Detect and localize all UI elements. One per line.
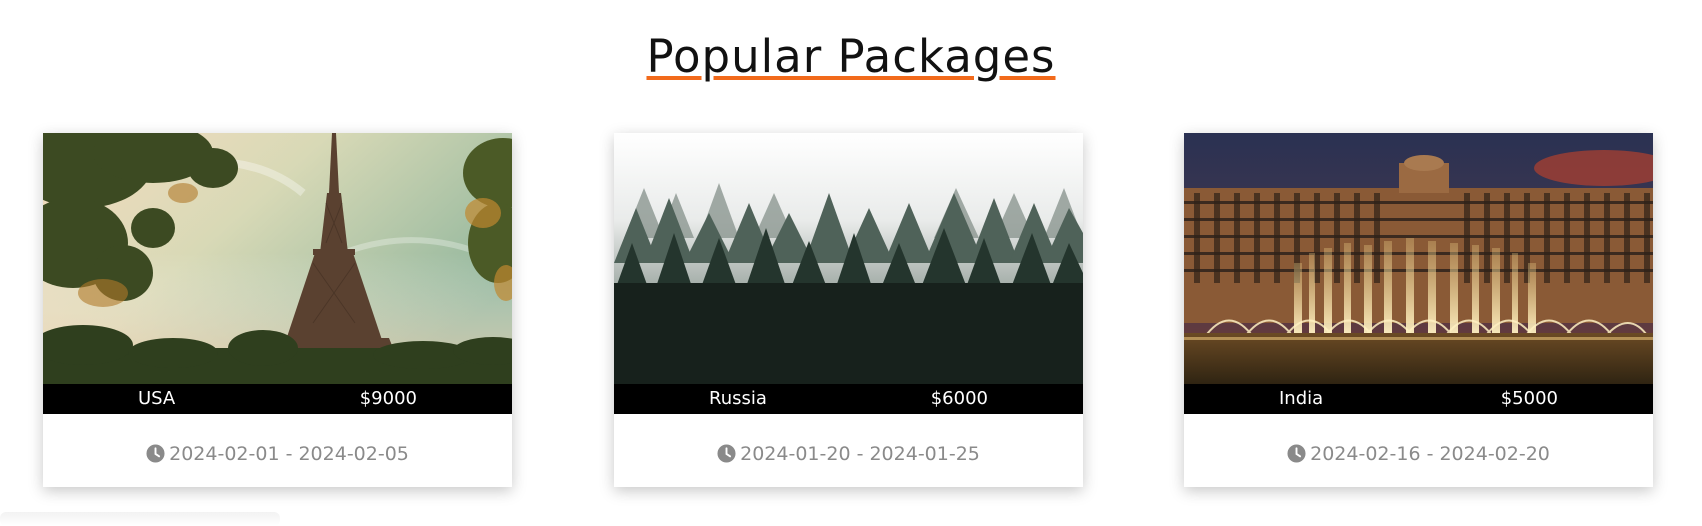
package-card-india[interactable]: India $5000 2024-02-16 - 2024-02-20	[1184, 133, 1653, 487]
package-card-russia[interactable]: Russia $6000 2024-01-20 - 2024-01-25	[614, 133, 1083, 487]
misty-forest-photo	[614, 133, 1083, 384]
package-caption-bar: USA $9000	[43, 384, 512, 414]
package-dates: 2024-02-16 - 2024-02-20	[1184, 441, 1653, 467]
package-price: $5000	[1500, 388, 1558, 409]
package-price: $6000	[930, 388, 988, 409]
package-date-range: 2024-02-16 - 2024-02-20	[1310, 443, 1550, 465]
eiffel-tower-photo	[43, 133, 512, 384]
section-title: Popular Packages	[646, 30, 1056, 83]
popular-packages-section: Popular Packages USA $9000 2024-02-01 - …	[0, 0, 1702, 526]
hotel-fountain-photo	[1184, 133, 1653, 384]
package-card-usa[interactable]: USA $9000 2024-02-01 - 2024-02-05	[43, 133, 512, 487]
next-section-shadow	[0, 512, 280, 526]
package-country: USA	[138, 388, 176, 409]
package-country: Russia	[709, 388, 767, 409]
package-date-range: 2024-02-01 - 2024-02-05	[169, 443, 409, 465]
package-country: India	[1279, 388, 1324, 409]
package-dates: 2024-02-01 - 2024-02-05	[43, 441, 512, 467]
package-caption-bar: Russia $6000	[614, 384, 1083, 414]
clock-icon	[1287, 444, 1306, 463]
clock-icon	[717, 444, 736, 463]
clock-icon	[146, 444, 165, 463]
package-dates: 2024-01-20 - 2024-01-25	[614, 441, 1083, 467]
section-heading-wrap: Popular Packages	[0, 30, 1702, 84]
package-date-range: 2024-01-20 - 2024-01-25	[740, 443, 980, 465]
package-price: $9000	[359, 388, 417, 409]
package-caption-bar: India $5000	[1184, 384, 1653, 414]
